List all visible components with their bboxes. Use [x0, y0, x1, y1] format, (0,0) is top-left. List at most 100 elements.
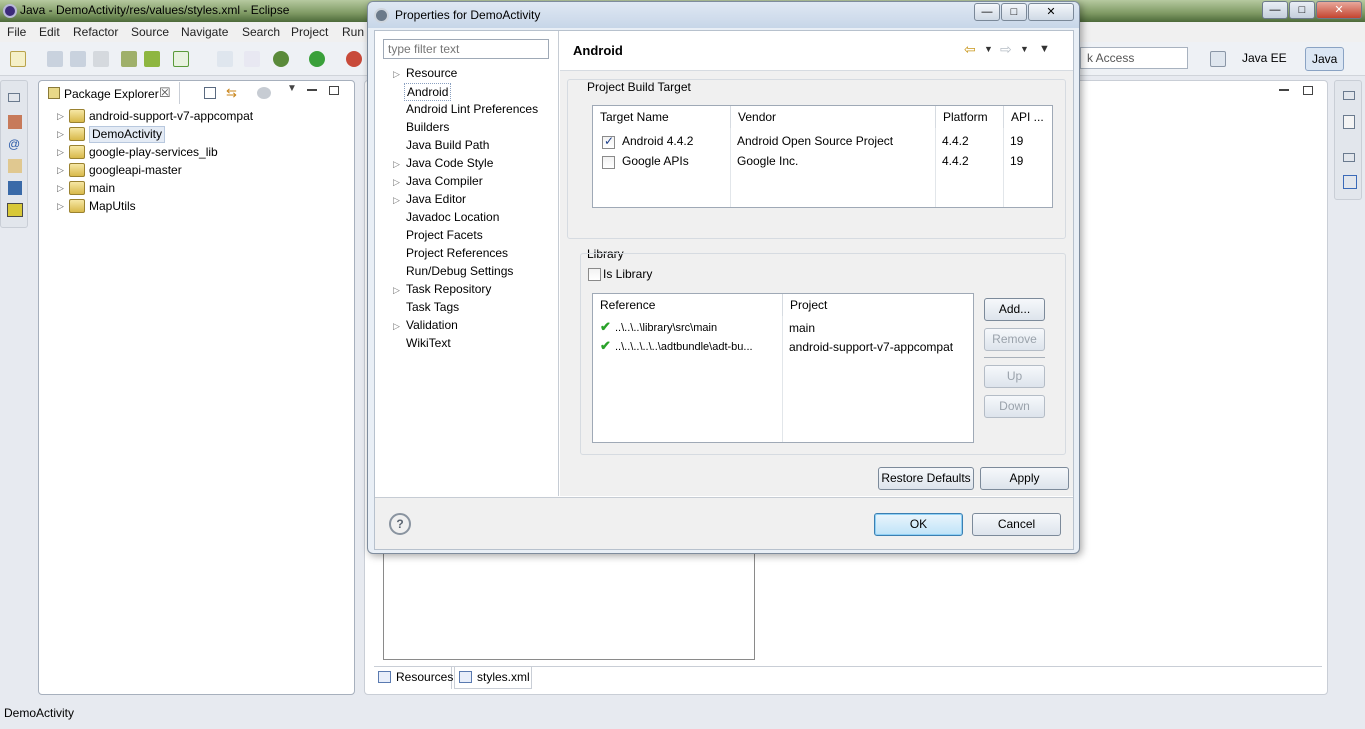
download-icon[interactable] [121, 51, 137, 67]
external-tools-icon[interactable] [346, 51, 362, 67]
new-icon[interactable] [10, 51, 26, 67]
dialog-minimize-button[interactable]: — [974, 3, 1000, 21]
nav-item-java-editor[interactable]: Java Editor [406, 190, 466, 208]
target-checkbox-checked[interactable] [602, 134, 615, 149]
remove-library-button[interactable]: Remove [984, 328, 1045, 351]
page-menu-icon[interactable]: ▼ [1039, 43, 1050, 55]
print-icon[interactable] [93, 51, 109, 67]
cancel-button[interactable]: Cancel [972, 513, 1061, 536]
back-icon[interactable]: ⇦ [964, 41, 976, 58]
run-icon[interactable] [309, 51, 325, 67]
save-icon[interactable] [47, 51, 63, 67]
menu-edit[interactable]: Edit [39, 25, 60, 39]
expand-icon[interactable]: ▷ [393, 281, 400, 299]
nav-item-code-style[interactable]: Java Code Style [406, 154, 493, 172]
link-with-editor-icon[interactable]: ⇆ [226, 85, 242, 100]
nav-item-builders[interactable]: Builders [406, 118, 449, 136]
nav-item-run-debug[interactable]: Run/Debug Settings [406, 262, 513, 280]
reference-project[interactable]: android-support-v7-appcompat [789, 337, 953, 357]
nav-item-build-path[interactable]: Java Build Path [406, 136, 489, 154]
expand-icon[interactable]: ▷ [57, 143, 64, 161]
apply-button[interactable]: Apply [980, 467, 1069, 490]
maximize-button[interactable]: □ [1289, 1, 1315, 19]
menu-source[interactable]: Source [131, 25, 169, 39]
filter-field[interactable] [383, 39, 549, 59]
pin-icon[interactable] [244, 51, 260, 67]
nav-item-validation[interactable]: Validation [406, 316, 458, 334]
menu-search[interactable]: Search [242, 25, 280, 39]
expand-icon[interactable]: ▷ [393, 191, 400, 209]
ok-button[interactable]: OK [874, 513, 963, 536]
nav-item-compiler[interactable]: Java Compiler [406, 172, 483, 190]
add-library-button[interactable]: Add... [984, 298, 1045, 321]
forward-dropdown-icon[interactable]: ▼ [1020, 44, 1029, 54]
restore-icon[interactable] [8, 93, 20, 102]
filter-input[interactable] [384, 40, 548, 58]
expand-icon[interactable]: ▷ [57, 107, 64, 125]
reference-path[interactable]: ..\..\..\..\..\adtbundle\adt-bu... [615, 337, 777, 357]
tab-styles-xml[interactable]: styles.xml [454, 667, 532, 689]
close-view-icon[interactable]: ☒ [159, 85, 171, 101]
restore-defaults-button[interactable]: Restore Defaults [878, 467, 974, 490]
expand-icon[interactable]: ▷ [57, 161, 64, 179]
nav-item-android[interactable]: Android [404, 83, 452, 101]
save-all-icon[interactable] [70, 51, 86, 67]
perspective-java-ee[interactable]: Java EE [1236, 47, 1293, 71]
menu-navigate[interactable]: Navigate [181, 25, 228, 39]
minimize-view-icon[interactable] [307, 89, 317, 91]
collapse-all-icon[interactable] [204, 87, 216, 99]
maximize-view-icon[interactable] [329, 86, 339, 95]
view-menu-icon[interactable]: ▼ [287, 83, 297, 94]
dialog-maximize-button[interactable]: □ [1001, 3, 1027, 21]
nav-item-wikitext[interactable]: WikiText [406, 334, 451, 352]
problems-icon[interactable] [7, 203, 23, 217]
open-perspective-icon[interactable] [1210, 51, 1226, 67]
checklist-icon[interactable] [173, 51, 189, 67]
dialog-close-button[interactable]: ✕ [1028, 3, 1074, 21]
maximize-editor-icon[interactable] [1303, 86, 1313, 95]
nav-item-task-repo[interactable]: Task Repository [406, 280, 491, 298]
expand-icon[interactable]: ▷ [393, 173, 400, 191]
quick-access-input[interactable]: k Access [1080, 47, 1188, 69]
tab-resources[interactable]: Resources [374, 667, 453, 689]
col-vendor[interactable]: Vendor [731, 106, 936, 128]
restore-icon[interactable] [1343, 91, 1355, 100]
nav-item-resource[interactable]: Resource [406, 64, 457, 82]
nav-item-javadoc[interactable]: Javadoc Location [406, 208, 499, 226]
nav-item-facets[interactable]: Project Facets [406, 226, 483, 244]
nav-item-task-tags[interactable]: Task Tags [406, 298, 459, 316]
restore-icon[interactable] [1343, 153, 1355, 162]
expand-icon[interactable]: ▷ [393, 155, 400, 173]
col-target-name[interactable]: Target Name [593, 106, 731, 128]
package-icon[interactable] [217, 51, 233, 67]
nav-item-references[interactable]: Project References [406, 244, 508, 262]
target-checkbox[interactable] [602, 156, 615, 169]
back-dropdown-icon[interactable]: ▼ [984, 44, 993, 54]
minimize-editor-icon[interactable] [1279, 89, 1289, 91]
expand-icon[interactable]: ▷ [57, 179, 64, 197]
hierarchy-icon[interactable] [8, 115, 22, 129]
help-icon[interactable]: ? [389, 513, 411, 535]
declaration-icon[interactable] [8, 159, 22, 173]
expand-icon[interactable]: ▷ [393, 65, 400, 83]
expand-icon[interactable]: ▷ [393, 317, 400, 335]
down-button[interactable]: Down [984, 395, 1045, 418]
android-sdk-icon[interactable] [144, 51, 160, 67]
package-explorer-tab[interactable]: Package Explorer ☒ [40, 82, 180, 104]
minimize-button[interactable]: — [1262, 1, 1288, 19]
debug-icon[interactable] [273, 51, 289, 67]
focus-icon[interactable] [257, 87, 271, 99]
col-reference[interactable]: Reference [593, 294, 783, 316]
up-button[interactable]: Up [984, 365, 1045, 388]
reference-project[interactable]: main [789, 318, 815, 338]
perspective-java[interactable]: Java [1305, 47, 1345, 71]
close-window-button[interactable]: ✕ [1316, 1, 1362, 19]
col-api[interactable]: API ... [1004, 106, 1052, 128]
menu-refactor[interactable]: Refactor [73, 25, 118, 39]
outline-icon[interactable] [1343, 175, 1357, 189]
col-project[interactable]: Project [783, 294, 973, 316]
nav-item-lint[interactable]: Android Lint Preferences [406, 100, 538, 118]
is-library-checkbox[interactable] [588, 268, 601, 281]
col-platform[interactable]: Platform [936, 106, 1004, 128]
menu-run[interactable]: Run [342, 25, 364, 39]
